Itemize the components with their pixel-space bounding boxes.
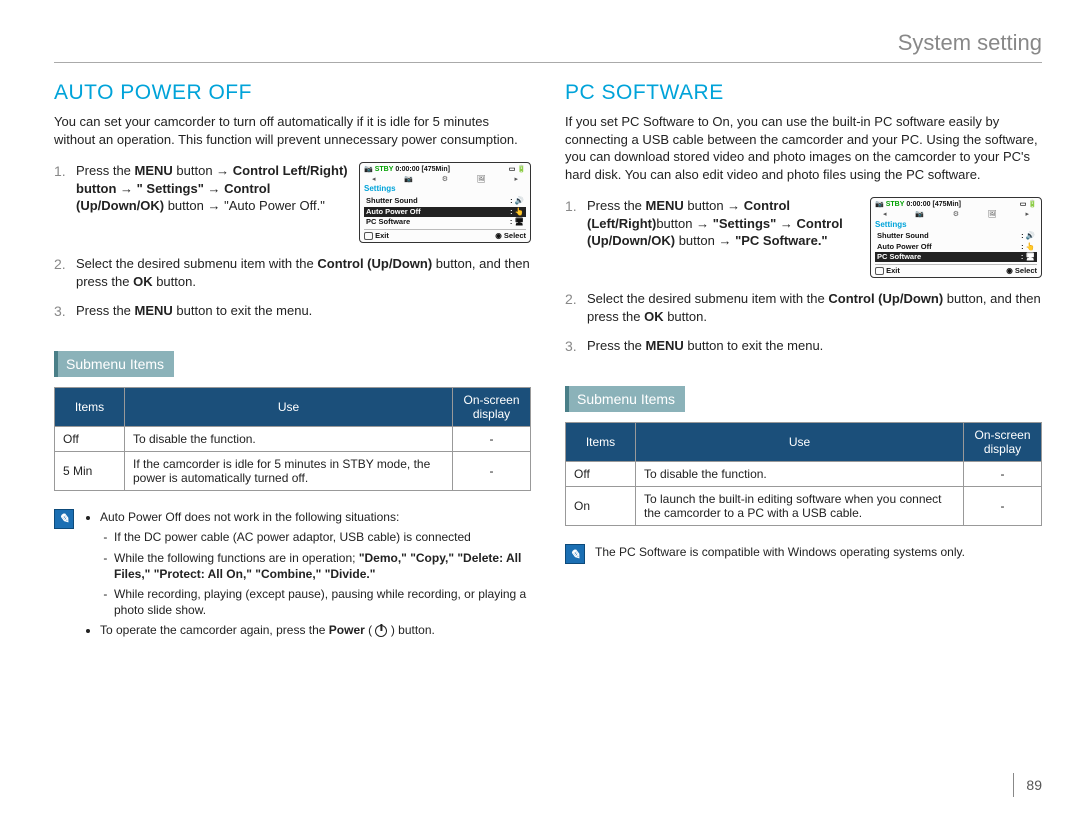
step-number: 3.: [54, 302, 68, 321]
right-note-text: The PC Software is compatible with Windo…: [595, 544, 965, 564]
right-title: PC SOFTWARE: [565, 81, 1042, 105]
right-step-3: 3. Press the MENU button to exit the men…: [565, 337, 1042, 356]
step-3-text: Press the MENU button to exit the menu.: [587, 337, 1042, 356]
step-1-text: Press the MENU button → Control Left/Rig…: [76, 162, 349, 215]
content-columns: AUTO POWER OFF You can set your camcorde…: [54, 81, 1042, 643]
table-row: Off To disable the function. -: [566, 462, 1042, 487]
step-number: 3.: [565, 337, 579, 356]
lcd-screenshot-left: 📷 STBY 0:00:00 [475Min] ▭ 🔋 ◂📷⚙🖼▸ Settin…: [359, 162, 531, 243]
left-notes: ✎ Auto Power Off does not work in the fo…: [54, 509, 531, 642]
step-number: 2.: [565, 290, 579, 325]
right-step-2: 2. Select the desired submenu item with …: [565, 290, 1042, 325]
th-osd: On-screen display: [964, 423, 1042, 462]
th-items: Items: [566, 423, 636, 462]
step-number: 2.: [54, 255, 68, 290]
table-row: Off To disable the function. -: [55, 427, 531, 452]
step-number: 1.: [54, 162, 68, 243]
note-icon: ✎: [54, 509, 74, 529]
page-number: 89: [1013, 773, 1042, 797]
note-icon: ✎: [565, 544, 585, 564]
step-number: 1.: [565, 197, 579, 278]
right-intro: If you set PC Software to On, you can us…: [565, 113, 1042, 183]
lcd-screenshot-right: 📷 STBY 0:00:00 [475Min] ▭ 🔋 ◂📷⚙🖼▸ Settin…: [870, 197, 1042, 278]
th-items: Items: [55, 388, 125, 427]
left-step-3: 3. Press the MENU button to exit the men…: [54, 302, 531, 321]
right-submenu-table: Items Use On-screen display Off To disab…: [565, 422, 1042, 526]
left-step-2: 2. Select the desired submenu item with …: [54, 255, 531, 290]
table-row: On To launch the built-in editing softwa…: [566, 487, 1042, 526]
left-intro: You can set your camcorder to turn off a…: [54, 113, 531, 148]
th-use: Use: [636, 423, 964, 462]
left-submenu-label: Submenu Items: [54, 351, 174, 377]
left-column: AUTO POWER OFF You can set your camcorde…: [54, 81, 531, 643]
right-steps: 1. Press the MENU button → Control (Left…: [565, 197, 1042, 356]
right-step-1: 1. Press the MENU button → Control (Left…: [565, 197, 1042, 278]
left-steps: 1. Press the MENU button → Control Left/…: [54, 162, 531, 321]
th-use: Use: [125, 388, 453, 427]
right-notes: ✎ The PC Software is compatible with Win…: [565, 544, 1042, 564]
power-icon: [375, 625, 387, 637]
th-osd: On-screen display: [453, 388, 531, 427]
right-column: PC SOFTWARE If you set PC Software to On…: [565, 81, 1042, 643]
step-2-text: Select the desired submenu item with the…: [76, 255, 531, 290]
left-step-1: 1. Press the MENU button → Control Left/…: [54, 162, 531, 243]
step-1-text: Press the MENU button → Control (Left/Ri…: [587, 197, 860, 250]
left-title: AUTO POWER OFF: [54, 81, 531, 105]
table-row: 5 Min If the camcorder is idle for 5 min…: [55, 452, 531, 491]
page-header: System setting: [54, 30, 1042, 63]
step-2-text: Select the desired submenu item with the…: [587, 290, 1042, 325]
right-submenu-label: Submenu Items: [565, 386, 685, 412]
left-submenu-table: Items Use On-screen display Off To disab…: [54, 387, 531, 491]
step-3-text: Press the MENU button to exit the menu.: [76, 302, 531, 321]
header-title: System setting: [898, 30, 1042, 55]
